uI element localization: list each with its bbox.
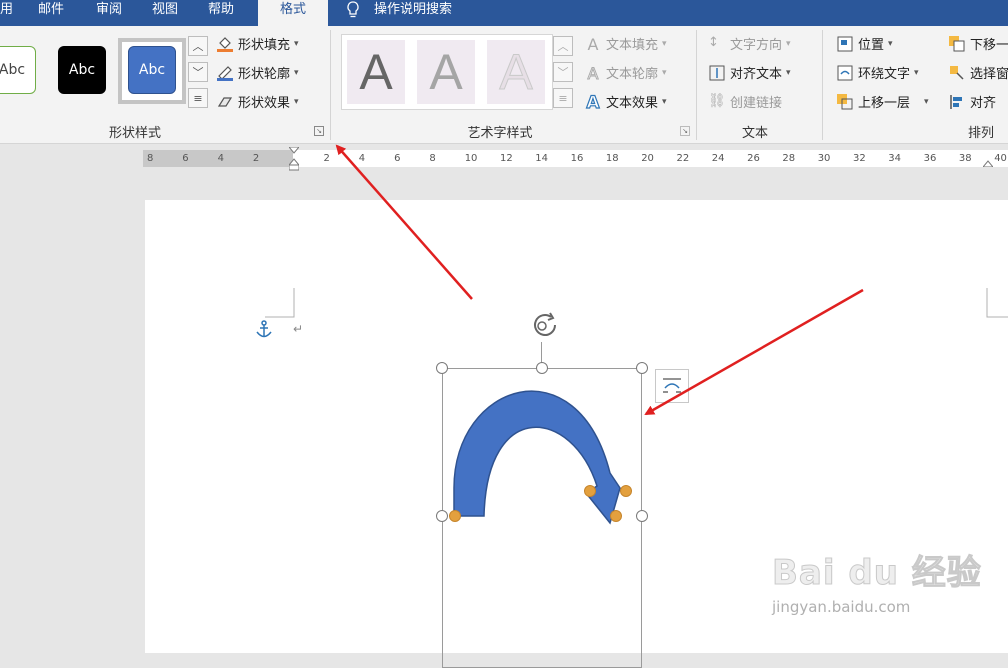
annotation-arrow-to-launcher (335, 144, 473, 300)
annotation-arrow-to-shape (644, 288, 864, 416)
watermark-brand: Bai du 经验 (772, 553, 982, 594)
watermark-url: jingyan.baidu.com (772, 598, 911, 616)
baidu-watermark: Bai du 经验 jingyan.baidu.com (772, 545, 992, 635)
